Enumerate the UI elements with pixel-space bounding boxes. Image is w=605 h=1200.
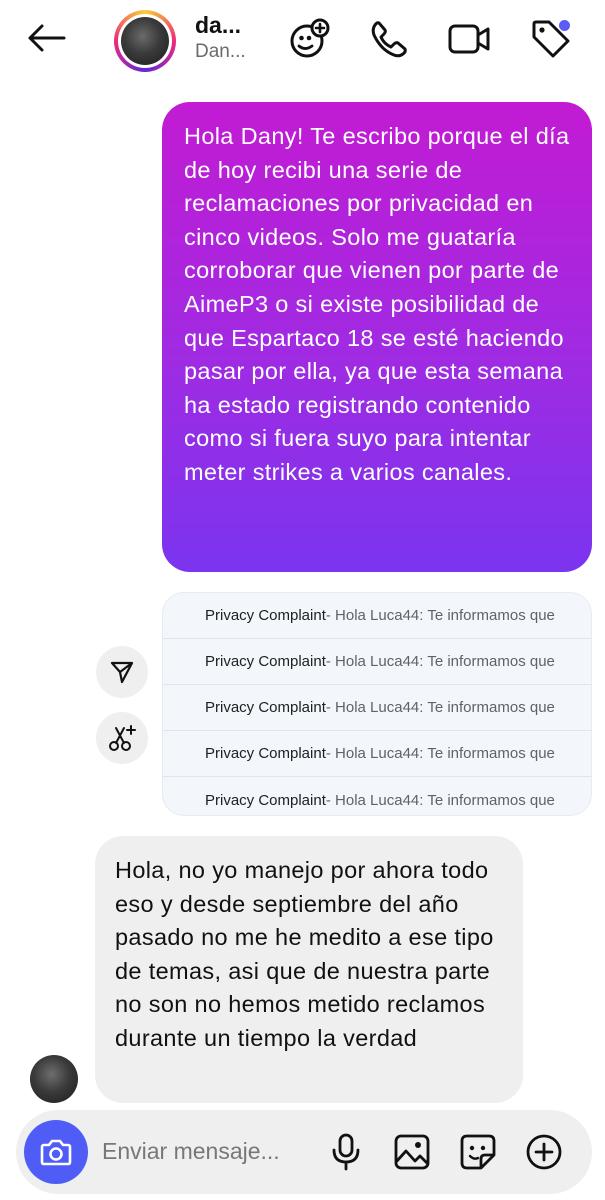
video-call-button[interactable] — [446, 16, 492, 62]
back-arrow-icon — [28, 24, 66, 52]
voice-call-button[interactable] — [366, 16, 412, 62]
incoming-message[interactable]: Hola, no yo manejo por ahora todo eso y … — [95, 836, 523, 1103]
outgoing-message[interactable]: Hola Dany! Te escribo porque el día de h… — [162, 102, 592, 572]
outgoing-message-text: Hola Dany! Te escribo porque el día de h… — [184, 123, 570, 485]
contact-name: da... — [195, 12, 242, 38]
plus-circle-icon — [526, 1134, 562, 1170]
voice-message-button[interactable] — [326, 1132, 366, 1172]
scissors-sparkle-icon — [109, 725, 136, 751]
gallery-button[interactable] — [392, 1132, 432, 1172]
image-icon — [394, 1134, 430, 1170]
sticker-button[interactable] — [458, 1132, 498, 1172]
contact-info[interactable]: da... Dan... — [195, 12, 275, 63]
camera-icon — [40, 1139, 72, 1166]
contact-username: Dan... — [195, 41, 246, 62]
add-people-button[interactable] — [286, 16, 332, 62]
tag-button[interactable] — [528, 16, 574, 62]
email-row: Privacy Complaint - Hola Luca44: Te info… — [205, 791, 555, 809]
email-row: Privacy Complaint - Hola Luca44: Te info… — [163, 593, 591, 639]
video-icon — [448, 24, 490, 54]
chat-header: da... Dan... — [0, 0, 605, 80]
more-options-button[interactable] — [524, 1132, 564, 1172]
sender-avatar[interactable] — [30, 1055, 78, 1103]
email-row: Privacy Complaint - Hola Luca44: Te info… — [163, 731, 591, 777]
send-icon — [110, 661, 134, 684]
back-button[interactable] — [24, 18, 68, 58]
phone-icon — [371, 21, 407, 58]
message-input[interactable]: Enviar mensaje... — [102, 1138, 280, 1165]
email-row: Privacy Complaint - Hola Luca44: Te info… — [163, 685, 591, 731]
cutout-button[interactable] — [96, 712, 148, 764]
share-button[interactable] — [96, 646, 148, 698]
message-composer: Enviar mensaje... — [16, 1110, 592, 1194]
notification-dot — [559, 20, 570, 31]
incoming-message-text: Hola, no yo manejo por ahora todo eso y … — [115, 857, 494, 1051]
email-row: Privacy Complaint - Hola Luca44: Te info… — [163, 639, 591, 685]
sticker-icon — [460, 1134, 496, 1170]
add-people-icon — [290, 18, 330, 58]
image-attachment[interactable]: Privacy Complaint - Hola Luca44: Te info… — [162, 592, 592, 816]
microphone-icon — [332, 1133, 360, 1171]
contact-avatar[interactable] — [114, 10, 176, 72]
camera-button[interactable] — [24, 1120, 88, 1184]
